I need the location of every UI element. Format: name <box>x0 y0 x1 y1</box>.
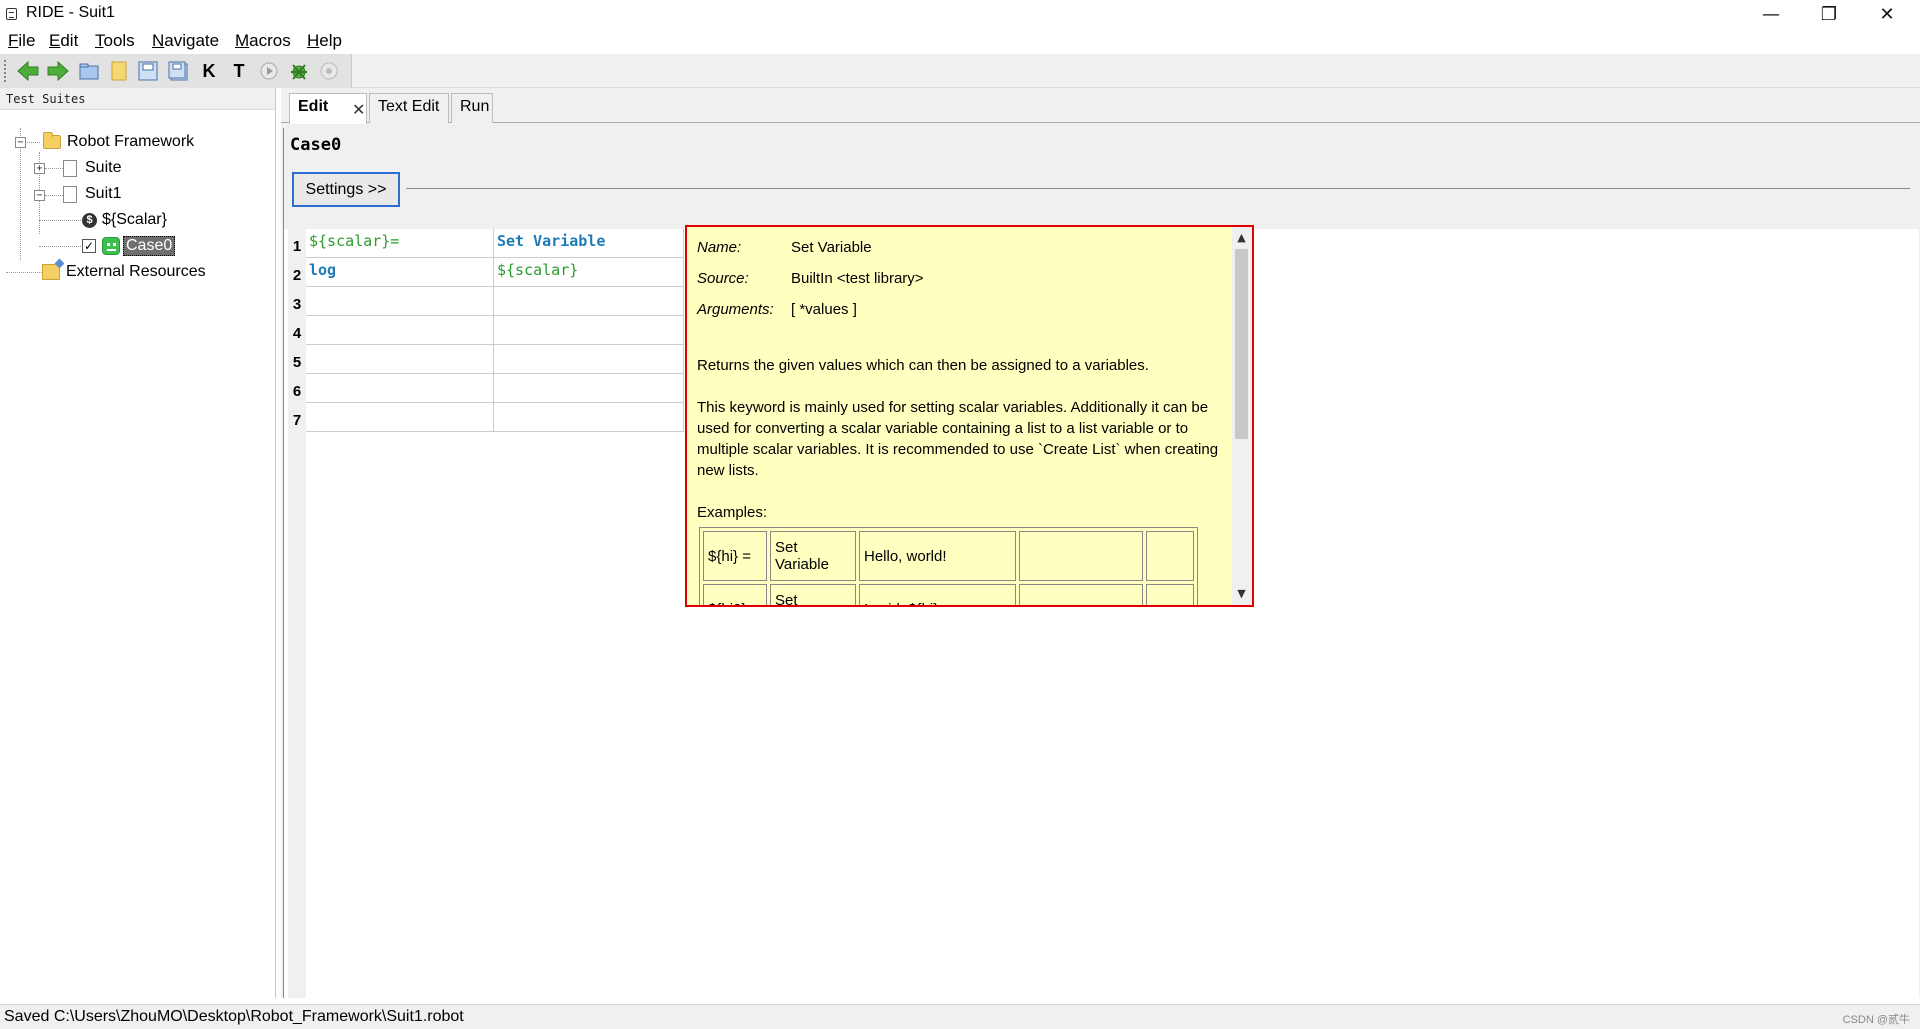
grid-cell[interactable] <box>494 287 684 316</box>
scroll-down-icon[interactable]: ▼ <box>1232 585 1251 603</box>
app-icon <box>6 8 17 20</box>
row-number[interactable]: 5 <box>288 345 306 374</box>
doc-name-row: Name: Set Variable <box>697 239 872 256</box>
grid-cell[interactable] <box>306 403 494 432</box>
minimize-button[interactable]: — <box>1742 0 1800 28</box>
settings-button[interactable]: Settings >> <box>292 172 400 207</box>
new-file-icon[interactable] <box>107 59 131 83</box>
test-case-robot-icon <box>102 237 120 255</box>
status-text: Saved C:\Users\ZhouMO\Desktop\Robot_Fram… <box>4 1008 464 1025</box>
toolbar: K T <box>0 54 1920 88</box>
table-row: ${hi2} = Set Variable I said: ${hi} <box>703 584 1194 605</box>
stop-icon[interactable] <box>317 59 341 83</box>
menu-navigate[interactable]: Navigate <box>152 31 219 51</box>
editor-tabs: Edit ✕ Text Edit Run <box>281 93 1920 124</box>
folder-icon <box>43 132 61 149</box>
tab-run[interactable]: Run <box>451 93 493 123</box>
window-title: RIDE - Suit1 <box>26 4 115 21</box>
doc-arguments-row: Arguments:[ *values ] <box>697 301 857 318</box>
minimize-icon: — <box>1762 3 1780 25</box>
toolbar-strip: K T <box>0 54 352 88</box>
menu-tools[interactable]: Tools <box>95 31 135 51</box>
grid-cell[interactable]: ${scalar} <box>494 258 684 287</box>
row-number[interactable]: 7 <box>288 403 306 432</box>
row-number[interactable]: 3 <box>288 287 306 316</box>
row-number[interactable]: 2 <box>288 258 306 287</box>
tab-close-icon[interactable]: ✕ <box>352 100 365 119</box>
back-arrow-icon[interactable] <box>16 59 40 83</box>
tree-item-scalar-variable[interactable]: $ ${Scalar} <box>82 208 167 232</box>
suit1-collapse-toggle[interactable]: − <box>34 190 45 201</box>
grid-cell[interactable]: Set Variable <box>494 229 684 258</box>
debug-bug-icon[interactable] <box>287 59 311 83</box>
menu-bar: File Edit Tools Navigate Macros Help <box>0 28 1920 54</box>
tree-item-external-resources[interactable]: External Resources <box>42 260 206 284</box>
menu-macros[interactable]: Macros <box>235 31 291 51</box>
variable-dollar-icon: $ <box>82 212 97 228</box>
test-suites-panel: Test Suites − Robot Framework + Suite − … <box>0 88 276 998</box>
doc-source-row: Source: BuiltIn <test library> <box>697 270 924 287</box>
examples-table: ${hi} = Set Variable Hello, world! ${hi2… <box>699 527 1198 605</box>
grid-cell[interactable] <box>494 316 684 345</box>
close-icon: ✕ <box>1879 3 1895 25</box>
tree-item-suit1[interactable]: Suit1 <box>63 182 121 206</box>
keyword-search-icon[interactable]: K <box>197 59 221 83</box>
row-number[interactable]: 1 <box>288 229 306 258</box>
title-bar: RIDE - Suit1 — ❐ ✕ <box>0 0 1920 28</box>
suite-tree[interactable]: − Robot Framework + Suite − Suit1 $ ${Sc… <box>0 110 275 990</box>
root-collapse-toggle[interactable]: − <box>15 137 26 148</box>
case-checkbox[interactable]: ✓ <box>82 239 96 253</box>
row-number[interactable]: 4 <box>288 316 306 345</box>
keyword-doc-popup: Name: Set Variable Source: BuiltIn <test l… <box>685 225 1254 607</box>
case-title: Case0 <box>290 135 342 155</box>
tree-item-case0[interactable]: ✓ Case0 <box>82 234 176 258</box>
test-search-icon[interactable]: T <box>227 59 251 83</box>
popup-scrollbar[interactable]: ▲ ▼ <box>1232 227 1251 605</box>
tab-edit[interactable]: Edit ✕ <box>289 93 367 124</box>
grid-cell[interactable] <box>306 374 494 403</box>
tab-text-edit[interactable]: Text Edit <box>369 93 449 123</box>
row-number[interactable]: 6 <box>288 374 306 403</box>
tree-item-suite[interactable]: Suite <box>63 156 121 180</box>
grid-cell[interactable] <box>494 374 684 403</box>
table-row: ${hi} = Set Variable Hello, world! <box>703 531 1194 581</box>
save-icon[interactable] <box>136 59 160 83</box>
panel-header: Test Suites <box>0 88 275 110</box>
grid-cell[interactable]: ${scalar}= <box>306 229 494 258</box>
maximize-button[interactable]: ❐ <box>1800 0 1858 28</box>
watermark: CSDN @贰牛 <box>1842 1014 1910 1026</box>
grid-cell[interactable]: log <box>306 258 494 287</box>
menu-edit[interactable]: Edit <box>49 31 78 51</box>
run-icon[interactable] <box>257 59 281 83</box>
external-resources-icon <box>42 264 60 280</box>
grid-cell[interactable] <box>306 287 494 316</box>
doc-examples-label: Examples: <box>697 504 768 521</box>
doc-paragraph: Returns the given values which can then … <box>697 357 1149 374</box>
open-folder-icon[interactable] <box>77 59 101 83</box>
settings-divider <box>406 188 1910 189</box>
suite-expand-toggle[interactable]: + <box>34 163 45 174</box>
file-icon <box>63 185 77 203</box>
grid-cell[interactable] <box>494 403 684 432</box>
restore-icon: ❐ <box>1820 3 1838 25</box>
close-button[interactable]: ✕ <box>1858 0 1916 28</box>
save-all-icon[interactable] <box>166 59 190 83</box>
grid-cell[interactable] <box>306 345 494 374</box>
grid-cell[interactable] <box>494 345 684 374</box>
popup-content: Name: Set Variable Source: BuiltIn <test l… <box>687 227 1232 605</box>
grid-cell[interactable] <box>306 316 494 345</box>
toolbar-grip[interactable] <box>4 60 7 82</box>
forward-arrow-icon[interactable] <box>46 59 70 83</box>
menu-file[interactable]: File <box>8 31 35 51</box>
menu-help[interactable]: Help <box>307 31 342 51</box>
scroll-thumb[interactable] <box>1235 249 1248 439</box>
file-icon <box>63 159 77 177</box>
tree-item-robot-framework[interactable]: Robot Framework <box>43 130 194 154</box>
scroll-up-icon[interactable]: ▲ <box>1232 229 1251 247</box>
doc-paragraph: This keyword is mainly used for setting … <box>697 399 1219 479</box>
status-bar: Saved C:\Users\ZhouMO\Desktop\Robot_Fram… <box>0 1004 1920 1029</box>
